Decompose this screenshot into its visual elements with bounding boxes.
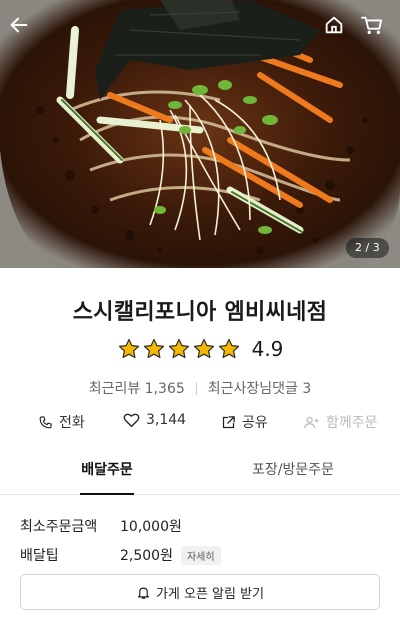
like-button[interactable]: 3,144 (123, 412, 186, 428)
store-photo[interactable]: 2 / 3 (0, 0, 400, 268)
delivery-tip-row: 배달팁 2,500원 자세히 (20, 545, 221, 565)
open-notification-button[interactable]: 가게 오픈 알림 받기 (20, 574, 380, 610)
back-arrow-icon (10, 17, 28, 33)
home-button[interactable] (323, 14, 353, 44)
star-icon (168, 338, 189, 359)
action-row: 전화 3,144 공유 함께주문 (0, 412, 400, 436)
add-person-icon (304, 416, 319, 428)
call-label: 전화 (59, 415, 85, 431)
group-order-label: 함께주문 (326, 415, 378, 431)
star-icon (118, 338, 139, 359)
back-button[interactable] (8, 14, 38, 44)
bell-icon (137, 587, 150, 599)
min-order-value: 10,000원 (120, 519, 182, 535)
cart-icon (360, 16, 383, 34)
recent-reviews-link[interactable]: 최근리뷰 1,365 (89, 378, 185, 398)
order-type-tabs: 배달주문 포장/방문주문 (0, 459, 400, 495)
min-order-row: 최소주문금액 10,000원 (20, 516, 182, 536)
tab-delivery[interactable]: 배달주문 (80, 459, 134, 495)
cart-button[interactable] (360, 14, 390, 44)
review-summary: 최근리뷰 1,365 최근사장님댓글 3 (0, 378, 400, 398)
photo-counter: 2 / 3 (346, 238, 389, 258)
rating-row: 4.9 (0, 337, 400, 361)
delivery-tip-value: 2,500원 (120, 548, 173, 564)
rating-value: 4.9 (251, 337, 284, 361)
delivery-tip-label: 배달팁 (20, 548, 59, 564)
share-button[interactable]: 공유 (221, 412, 268, 432)
tip-detail-button[interactable]: 자세히 (180, 545, 221, 565)
star-icon (218, 338, 239, 359)
star-icon (143, 338, 164, 359)
group-order-button[interactable]: 함께주문 (303, 412, 378, 432)
like-count: 3,144 (146, 412, 187, 428)
home-icon (325, 16, 343, 34)
tab-pickup[interactable]: 포장/방문주문 (246, 459, 340, 495)
share-label: 공유 (242, 415, 268, 431)
heart-icon (123, 413, 140, 428)
owner-replies-link[interactable]: 최근사장님댓글 3 (208, 378, 312, 398)
divider (195, 381, 197, 395)
min-order-label: 최소주문금액 (20, 519, 98, 535)
store-name: 스시캘리포니아 엠비씨네점 (72, 300, 328, 325)
call-button[interactable]: 전화 (38, 412, 85, 432)
star-icon (193, 338, 214, 359)
phone-icon (39, 415, 52, 428)
share-icon (222, 415, 235, 428)
open-notification-label: 가게 오픈 알림 받기 (155, 586, 265, 602)
